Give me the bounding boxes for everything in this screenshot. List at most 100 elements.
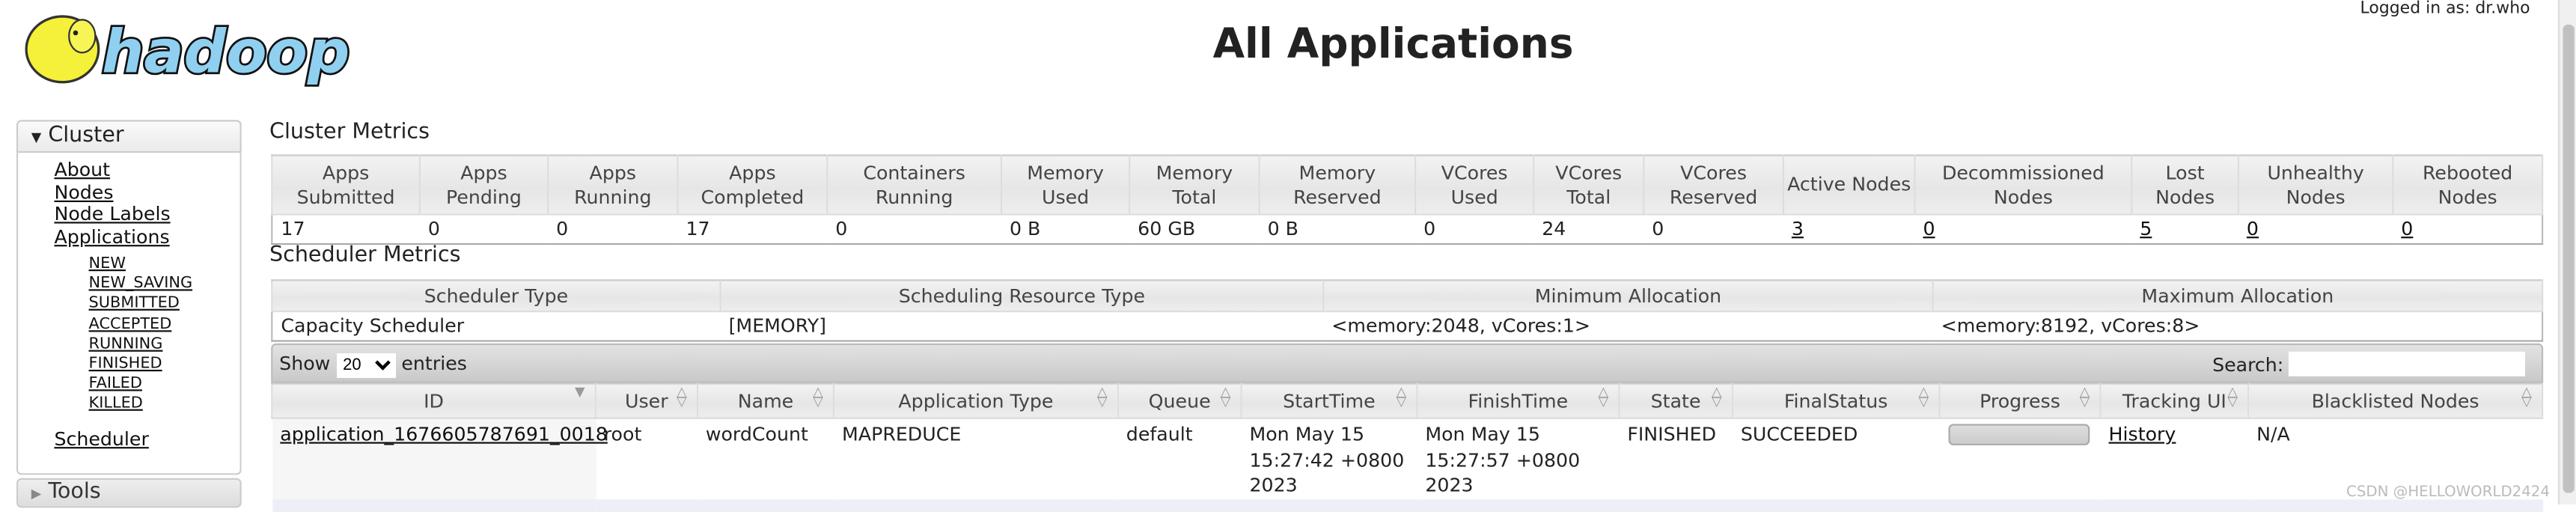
metric-value: 0 [1423, 216, 1436, 240]
header-rebooted-nodes: Rebooted Nodes [2392, 154, 2544, 216]
cell-id: application_1676605787691_0018 [272, 418, 608, 499]
value-scheduler-type: Capacity Scheduler [272, 311, 721, 342]
metric-vcores-reserved: 0 [1643, 214, 1783, 246]
cell-value: N/A [2256, 422, 2290, 445]
column-user[interactable]: User △ ▽ [594, 383, 698, 419]
sidebar-item-applications[interactable]: Applications [54, 225, 239, 249]
column-finishtime[interactable]: FinishTime △ ▽ [1416, 383, 1620, 419]
metric-memory-total: 60 GB [1129, 214, 1260, 246]
scheduler-metrics-table: Scheduler Type Scheduling Resource Type Mi… [271, 279, 2544, 342]
entries-select[interactable]: 20 [336, 353, 396, 378]
header-vcores-used: VCores Used [1414, 154, 1535, 216]
sidebar-cluster-header[interactable]: ▼ Cluster [16, 120, 242, 153]
cell [834, 499, 1118, 512]
caret-down-icon: ▼ [31, 129, 42, 145]
caret-right-icon: ▶ [31, 486, 42, 502]
metric-rebooted-nodes: 0 [2393, 214, 2543, 246]
cell-user: root [596, 418, 698, 499]
cell-name: wordCount [698, 418, 834, 499]
cell [2100, 499, 2249, 512]
search-input[interactable] [2288, 351, 2526, 377]
sidebar-item-scheduler[interactable]: Scheduler [54, 427, 239, 451]
metric-value: 17 [281, 216, 305, 240]
header-decommissioned-nodes: Decommissioned Nodes [1914, 154, 2133, 216]
metric-value[interactable]: 0 [2247, 217, 2259, 240]
sidebar-state-accepted[interactable]: ACCEPTED [89, 315, 240, 335]
column-label: StartTime [1283, 388, 1376, 412]
sidebar-state-new[interactable]: NEW [89, 255, 240, 275]
column-label: Blacklisted Nodes [2311, 388, 2479, 412]
value-maximum-allocation: <memory:8192, vCores:8> [1932, 311, 2543, 342]
column-blacklisted-nodes[interactable]: Blacklisted Nodes △ ▽ [2247, 383, 2544, 419]
cell [1619, 499, 1733, 512]
metric-value[interactable]: 0 [2401, 217, 2413, 240]
vertical-scrollbar[interactable] [2557, 0, 2576, 505]
header-apps-pending: Apps Pending [418, 154, 549, 216]
metric-active-nodes: 3 [1783, 214, 1915, 246]
metric-value[interactable]: 0 [1923, 217, 1935, 240]
sidebar-state-killed[interactable]: KILLED [89, 395, 240, 415]
show-label: Show [279, 351, 331, 375]
column-label: Queue [1148, 388, 1211, 412]
sidebar-state-running[interactable]: RUNNING [89, 335, 240, 355]
sort-icon[interactable]: △ ▽ [677, 385, 687, 409]
sidebar-item-node-labels[interactable]: Node Labels [54, 203, 239, 226]
metric-value: 0 B [1009, 216, 1041, 240]
column-tracking-ui[interactable]: Tracking UI △ ▽ [2099, 383, 2250, 419]
column-label: FinishTime [1468, 388, 1569, 412]
header-apps-running: Apps Running [547, 154, 679, 216]
header-scheduling-resource-type: Scheduling Resource Type [719, 279, 1325, 313]
column-queue[interactable]: Queue △ ▽ [1117, 383, 1242, 419]
header-vcores-reserved: VCores Reserved [1643, 154, 1784, 216]
column-label: Progress [1980, 388, 2060, 412]
sidebar-item-about[interactable]: About [54, 159, 239, 182]
sort-icon[interactable]: △ ▽ [1599, 385, 1609, 409]
column-id[interactable]: ID ▼ [271, 383, 596, 419]
sort-icon[interactable]: △ ▽ [2521, 385, 2532, 409]
header-containers-running: Containers Running [826, 154, 1003, 216]
cell-value: FINISHED [1627, 422, 1717, 445]
column-progress[interactable]: Progress △ ▽ [1938, 383, 2102, 419]
application-link[interactable]: application_1676605787691_0018 [280, 422, 608, 445]
column-name[interactable]: Name △ ▽ [696, 383, 835, 419]
sort-desc-icon[interactable]: ▼ [575, 385, 585, 399]
column-state[interactable]: State △ ▽ [1618, 383, 1733, 419]
sort-icon[interactable]: △ ▽ [1919, 385, 1929, 409]
column-application-type[interactable]: Application Type △ ▽ [832, 383, 1119, 419]
metric-value: 0 [556, 216, 569, 240]
sidebar-state-submitted[interactable]: SUBMITTED [89, 295, 240, 315]
cluster-metrics-title: Cluster Metrics [269, 120, 430, 145]
metric-value[interactable]: 3 [1792, 217, 1804, 240]
sidebar-tools-header[interactable]: ▶ Tools [16, 478, 242, 508]
sidebar-state-new-saving[interactable]: NEW_SAVING [89, 275, 240, 295]
metric-value[interactable]: 5 [2140, 217, 2152, 240]
sort-icon[interactable]: △ ▽ [2227, 385, 2238, 409]
sort-icon[interactable]: △ ▽ [813, 385, 823, 409]
sidebar-state-finished[interactable]: FINISHED [89, 355, 240, 375]
column-finalstatus[interactable]: FinalStatus △ ▽ [1731, 383, 1941, 419]
column-label: ID [424, 388, 444, 412]
sort-icon[interactable]: △ ▽ [1221, 385, 1231, 409]
cell-finish: Mon May 15 15:27:57 +0800 2023 [1417, 418, 1619, 499]
column-label: Tracking UI [2122, 388, 2226, 412]
sort-icon[interactable]: △ ▽ [1712, 385, 1722, 409]
sort-icon[interactable]: △ ▽ [1397, 385, 1407, 409]
cluster-menu: About Nodes Node Labels Applications NEW… [16, 153, 242, 475]
scrollbar-thumb[interactable] [2563, 24, 2575, 493]
column-starttime[interactable]: StartTime △ ▽ [1240, 383, 1418, 419]
value-minimum-allocation: <memory:2048, vCores:1> [1323, 311, 1933, 342]
cell [595, 499, 698, 512]
history-link[interactable]: History [2109, 422, 2176, 445]
sidebar-state-failed[interactable]: FAILED [89, 375, 240, 395]
sort-icon[interactable]: △ ▽ [1097, 385, 1108, 409]
applications-table: ID ▼ User △ ▽ Name △ ▽ Application Type △ ▽ Queue △ ▽… [271, 383, 2544, 512]
sidebar-item-nodes[interactable]: Nodes [54, 180, 239, 204]
cluster-metrics-table: Apps Submitted Apps Pending Apps Running Ap… [271, 154, 2544, 246]
sort-icon[interactable]: △ ▽ [2080, 385, 2090, 409]
metric-value: 24 [1542, 216, 1566, 240]
column-label: User [625, 388, 668, 412]
entries-label: entries [401, 351, 467, 375]
watermark: CSDN @HELLOWORLD2424 [2346, 484, 2550, 502]
cell-value: wordCount [705, 422, 808, 445]
progress-bar [1947, 424, 2090, 445]
